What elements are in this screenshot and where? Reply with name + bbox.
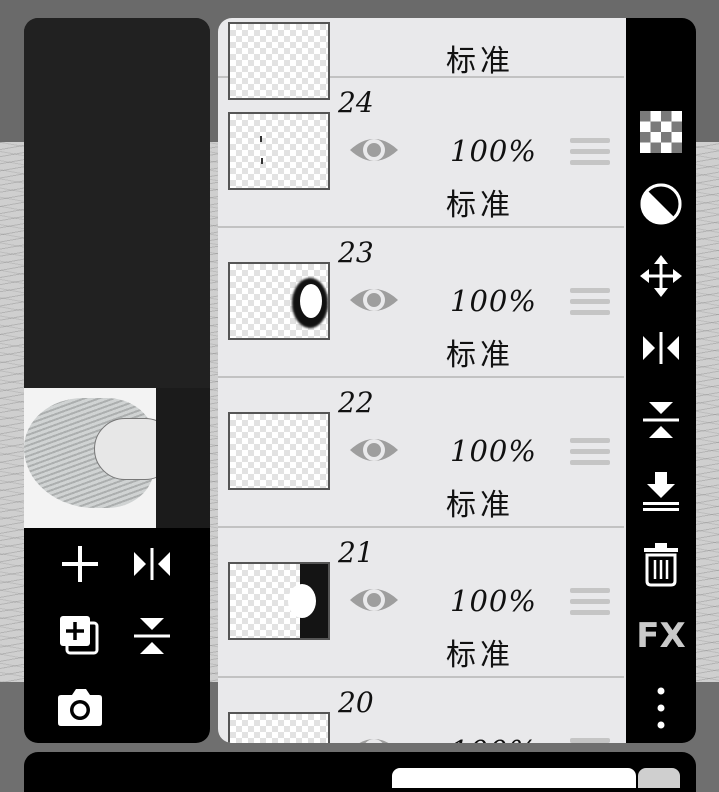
eye-icon — [359, 739, 389, 743]
preview-dark-area — [156, 388, 210, 528]
more-options-button[interactable] — [637, 684, 685, 732]
visibility-toggle[interactable] — [348, 730, 400, 743]
layer-row[interactable]: 20 100% — [218, 678, 624, 743]
layer-thumbnail[interactable] — [228, 112, 330, 190]
layer-thumbnail[interactable] — [228, 712, 330, 743]
layer-blend-mode[interactable]: 标准 — [446, 180, 514, 224]
drag-handle-icon[interactable] — [570, 738, 610, 743]
fx-button[interactable]: FX — [636, 612, 686, 660]
bottom-field[interactable] — [392, 768, 636, 788]
eye-icon — [350, 139, 398, 161]
flip-horizontal-icon — [643, 332, 679, 364]
drag-handle-icon[interactable] — [570, 138, 610, 170]
drag-handle-icon[interactable] — [570, 288, 610, 320]
merge-down-icon — [643, 472, 679, 511]
layer-thumbnail[interactable] — [228, 262, 330, 340]
fx-label: FX — [636, 616, 686, 656]
layer-row[interactable]: 21 100% 标准 — [218, 528, 624, 678]
flip-vertical-button[interactable] — [128, 612, 176, 660]
layer-number: 20 — [338, 686, 374, 719]
layer-number: 22 — [338, 386, 374, 419]
checkerboard-icon — [640, 111, 682, 153]
layer-options-toolbar: FX — [626, 18, 696, 743]
layer-thumbnail[interactable] — [228, 562, 330, 640]
layer-row[interactable]: 22 100% 标准 — [218, 378, 624, 528]
bottom-field-secondary[interactable] — [638, 768, 680, 788]
half-circle-icon — [640, 183, 682, 225]
visibility-toggle[interactable] — [348, 280, 400, 320]
flip-vertical-layer-button[interactable] — [637, 396, 685, 444]
drag-handle-icon[interactable] — [570, 438, 610, 470]
layer-tools-panel — [24, 18, 210, 743]
clipping-button[interactable] — [637, 180, 685, 228]
flip-vertical-icon — [134, 618, 170, 654]
layer-opacity[interactable]: 100% — [450, 734, 537, 743]
layer-list[interactable]: 标准 24 100% 标准 23 100% 标准 22 100% 标准 21 1… — [218, 18, 626, 743]
add-layer-button[interactable] — [56, 540, 104, 588]
move-layer-button[interactable] — [637, 252, 685, 300]
eye-icon — [350, 439, 398, 461]
flip-horizontal-layer-button[interactable] — [637, 324, 685, 372]
drag-handle-icon[interactable] — [570, 588, 610, 620]
layer-opacity[interactable]: 100% — [450, 284, 537, 318]
flip-horizontal-icon — [134, 548, 170, 580]
camera-button[interactable] — [56, 684, 104, 732]
layer-number: 24 — [338, 86, 374, 119]
layer-blend-mode[interactable]: 标准 — [446, 630, 514, 674]
canvas-preview[interactable] — [24, 388, 210, 528]
flip-horizontal-button[interactable] — [128, 540, 176, 588]
layer-row[interactable]: 23 100% 标准 — [218, 228, 624, 378]
duplicate-layer-icon — [60, 616, 99, 655]
layer-opacity[interactable]: 100% — [450, 434, 537, 468]
merge-down-button[interactable] — [637, 468, 685, 516]
eye-icon — [350, 589, 398, 611]
layer-blend-mode[interactable]: 标准 — [446, 330, 514, 374]
flip-vertical-icon — [643, 402, 679, 438]
layer-opacity[interactable]: 100% — [450, 584, 537, 618]
duplicate-layer-button[interactable] — [56, 612, 104, 660]
trash-icon — [644, 543, 678, 587]
layer-blend-mode[interactable]: 标准 — [446, 36, 514, 80]
visibility-toggle[interactable] — [348, 130, 400, 170]
layer-blend-mode[interactable]: 标准 — [446, 480, 514, 524]
layer-number: 21 — [338, 536, 374, 569]
layer-opacity[interactable]: 100% — [450, 134, 537, 168]
more-vertical-icon — [657, 687, 665, 729]
camera-icon — [58, 689, 102, 726]
transparency-lock-button[interactable] — [637, 108, 685, 156]
layer-row[interactable]: 标准 — [218, 18, 624, 100]
panel-empty-area — [24, 18, 210, 388]
eye-icon — [350, 289, 398, 311]
visibility-toggle[interactable] — [348, 580, 400, 620]
layer-number: 23 — [338, 236, 374, 269]
move-icon — [640, 255, 682, 297]
layer-row[interactable]: 24 100% 标准 — [218, 78, 624, 228]
plus-icon — [62, 546, 98, 582]
delete-layer-button[interactable] — [637, 540, 685, 588]
visibility-toggle[interactable] — [348, 430, 400, 470]
layer-thumbnail[interactable] — [228, 412, 330, 490]
